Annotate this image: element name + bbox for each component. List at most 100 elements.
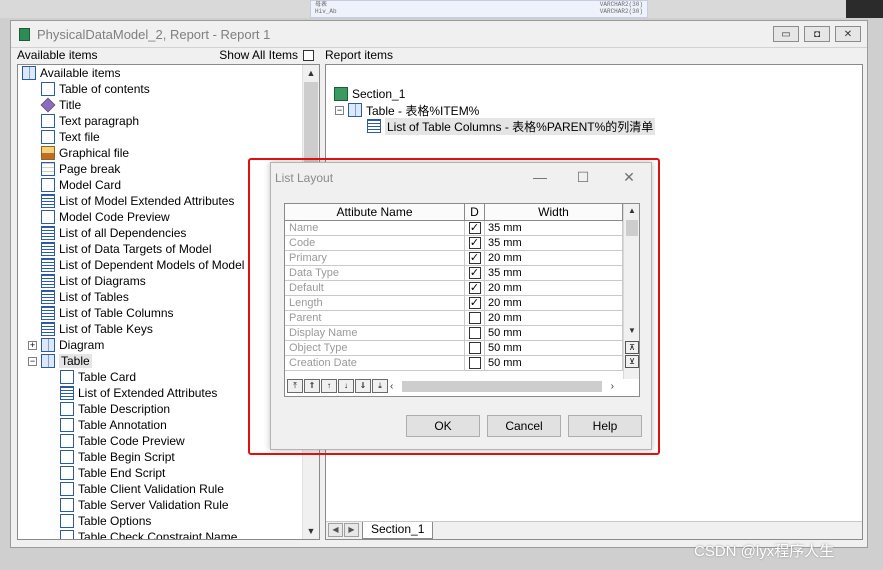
document-icon bbox=[60, 418, 74, 432]
available-item-label: Text paragraph bbox=[59, 114, 140, 128]
available-item[interactable]: + Diagram bbox=[28, 337, 104, 353]
scroll-up-icon[interactable]: ▲ bbox=[303, 65, 319, 81]
available-item-label: Table Server Validation Rule bbox=[78, 498, 229, 512]
available-item-label: List of Diagrams bbox=[59, 274, 146, 288]
available-item[interactable]: List of Dependent Models of Model bbox=[41, 257, 244, 273]
list-grid-icon bbox=[41, 274, 55, 288]
list-grid-icon bbox=[41, 322, 55, 336]
report-item[interactable]: − Table - 表格%ITEM% bbox=[335, 102, 479, 118]
available-item-label: List of Model Extended Attributes bbox=[59, 194, 235, 208]
available-item[interactable]: Table Card bbox=[60, 369, 136, 385]
expand-icon[interactable]: + bbox=[28, 340, 37, 350]
available-item[interactable]: Table Begin Script bbox=[60, 449, 175, 465]
title-bar[interactable]: PhysicalDataModel_2, Report - Report 1 bbox=[11, 21, 867, 48]
document-icon bbox=[60, 450, 74, 464]
available-item-label: Table bbox=[59, 354, 92, 368]
available-item-label: Table Check Constraint Name bbox=[78, 530, 238, 539]
available-item[interactable]: Title bbox=[40, 97, 81, 113]
available-item[interactable]: − Table bbox=[28, 353, 92, 369]
available-item[interactable]: List of Table Columns bbox=[41, 305, 174, 321]
tab-scroll-left-icon[interactable]: ◀ bbox=[328, 523, 343, 537]
available-item[interactable]: List of Extended Attributes bbox=[60, 385, 217, 401]
available-item[interactable]: List of Table Keys bbox=[41, 321, 153, 337]
available-item[interactable]: Table Server Validation Rule bbox=[60, 497, 229, 513]
collapse-icon[interactable]: − bbox=[335, 105, 344, 115]
report-item[interactable]: List of Table Columns - 表格%PARENT%的列清单 bbox=[367, 117, 656, 135]
background-row: 母表 VARCHAR2(30) bbox=[311, 1, 647, 8]
available-item[interactable]: Text file bbox=[41, 129, 100, 145]
available-item-label: List of Table Keys bbox=[59, 322, 153, 336]
available-item[interactable]: List of Data Targets of Model bbox=[41, 241, 212, 257]
report-item-label: Table - 表格%ITEM% bbox=[366, 103, 480, 118]
document-icon bbox=[60, 498, 74, 512]
available-item[interactable]: Page break bbox=[41, 161, 120, 177]
book-icon bbox=[348, 103, 362, 117]
background-row: Hiv_Ab VARCHAR2(30) bbox=[311, 8, 647, 15]
available-item[interactable]: Table Code Preview bbox=[60, 433, 185, 449]
available-item[interactable]: List of Diagrams bbox=[41, 273, 146, 289]
background-row-right: VARCHAR2(30) bbox=[599, 8, 643, 15]
document-icon bbox=[41, 210, 55, 224]
available-item-label: List of Dependent Models of Model bbox=[59, 258, 245, 272]
available-item[interactable]: Table Options bbox=[60, 513, 151, 529]
close-button[interactable]: ✕ bbox=[835, 26, 861, 42]
annotation-highlight-frame bbox=[248, 158, 660, 455]
available-item-label: List of all Dependencies bbox=[59, 226, 187, 240]
window-title: PhysicalDataModel_2, Report - Report 1 bbox=[37, 26, 271, 42]
image-file-icon bbox=[41, 146, 55, 160]
background-dark-area bbox=[846, 0, 883, 18]
text-file-icon bbox=[41, 130, 55, 144]
available-item[interactable]: Table Check Constraint Name bbox=[60, 529, 237, 539]
watermark: CSDN @lyx程序人生 bbox=[694, 543, 835, 560]
list-grid-icon bbox=[41, 226, 55, 240]
list-grid-icon bbox=[367, 119, 381, 133]
available-item[interactable]: Available items bbox=[22, 65, 120, 81]
tab-section-1[interactable]: Section_1 bbox=[362, 522, 434, 539]
available-item[interactable]: Table Description bbox=[60, 401, 170, 417]
available-item-label: List of Extended Attributes bbox=[78, 386, 218, 400]
available-item[interactable]: Model Code Preview bbox=[41, 209, 170, 225]
available-item-label: Table End Script bbox=[78, 466, 166, 480]
available-item[interactable]: Text paragraph bbox=[41, 113, 139, 129]
book-icon bbox=[41, 338, 55, 352]
document-icon bbox=[41, 114, 55, 128]
available-item-label: Model Card bbox=[59, 178, 122, 192]
available-item[interactable]: Table Client Validation Rule bbox=[60, 481, 224, 497]
document-icon bbox=[60, 466, 74, 480]
available-item[interactable]: Table Annotation bbox=[60, 417, 167, 433]
available-items-header: Available items Show All Items bbox=[17, 47, 314, 63]
minimize-button[interactable]: ▭ bbox=[773, 26, 799, 42]
book-icon bbox=[41, 354, 55, 368]
background-row-left: 母表 bbox=[315, 1, 328, 8]
list-grid-icon bbox=[41, 258, 55, 272]
available-item[interactable]: Graphical file bbox=[41, 145, 129, 161]
restore-button[interactable]: ◘ bbox=[804, 26, 830, 42]
show-all-items[interactable]: Show All Items bbox=[219, 48, 314, 62]
available-item[interactable]: Table End Script bbox=[60, 465, 165, 481]
available-item[interactable]: List of Model Extended Attributes bbox=[41, 193, 234, 209]
list-grid-icon bbox=[60, 386, 74, 400]
list-grid-icon bbox=[41, 290, 55, 304]
available-item[interactable]: List of all Dependencies bbox=[41, 225, 186, 241]
list-grid-icon bbox=[41, 242, 55, 256]
available-item[interactable]: Table of contents bbox=[41, 81, 150, 97]
report-item-label: List of Table Columns - 表格%PARENT%的列清单 bbox=[385, 117, 656, 135]
report-item[interactable]: Section_1 bbox=[334, 86, 405, 102]
tab-scroll-right-icon[interactable]: ▶ bbox=[344, 523, 359, 537]
report-items-header: Report items bbox=[325, 47, 393, 63]
available-item-label: Graphical file bbox=[59, 146, 130, 160]
available-item-label: Table Card bbox=[78, 370, 137, 384]
section-icon bbox=[334, 87, 348, 101]
document-icon bbox=[60, 514, 74, 528]
document-icon bbox=[41, 82, 55, 96]
document-icon bbox=[60, 370, 74, 384]
collapse-icon[interactable]: − bbox=[28, 356, 37, 366]
available-item[interactable]: Model Card bbox=[41, 177, 121, 193]
available-item[interactable]: List of Tables bbox=[41, 289, 129, 305]
book-icon bbox=[22, 66, 36, 80]
show-all-items-checkbox[interactable] bbox=[303, 49, 314, 61]
available-items-label: Available items bbox=[17, 48, 98, 62]
scroll-down-icon[interactable]: ▼ bbox=[303, 523, 319, 539]
available-item-label: Table Description bbox=[78, 402, 171, 416]
available-item-label: Table Begin Script bbox=[78, 450, 175, 464]
